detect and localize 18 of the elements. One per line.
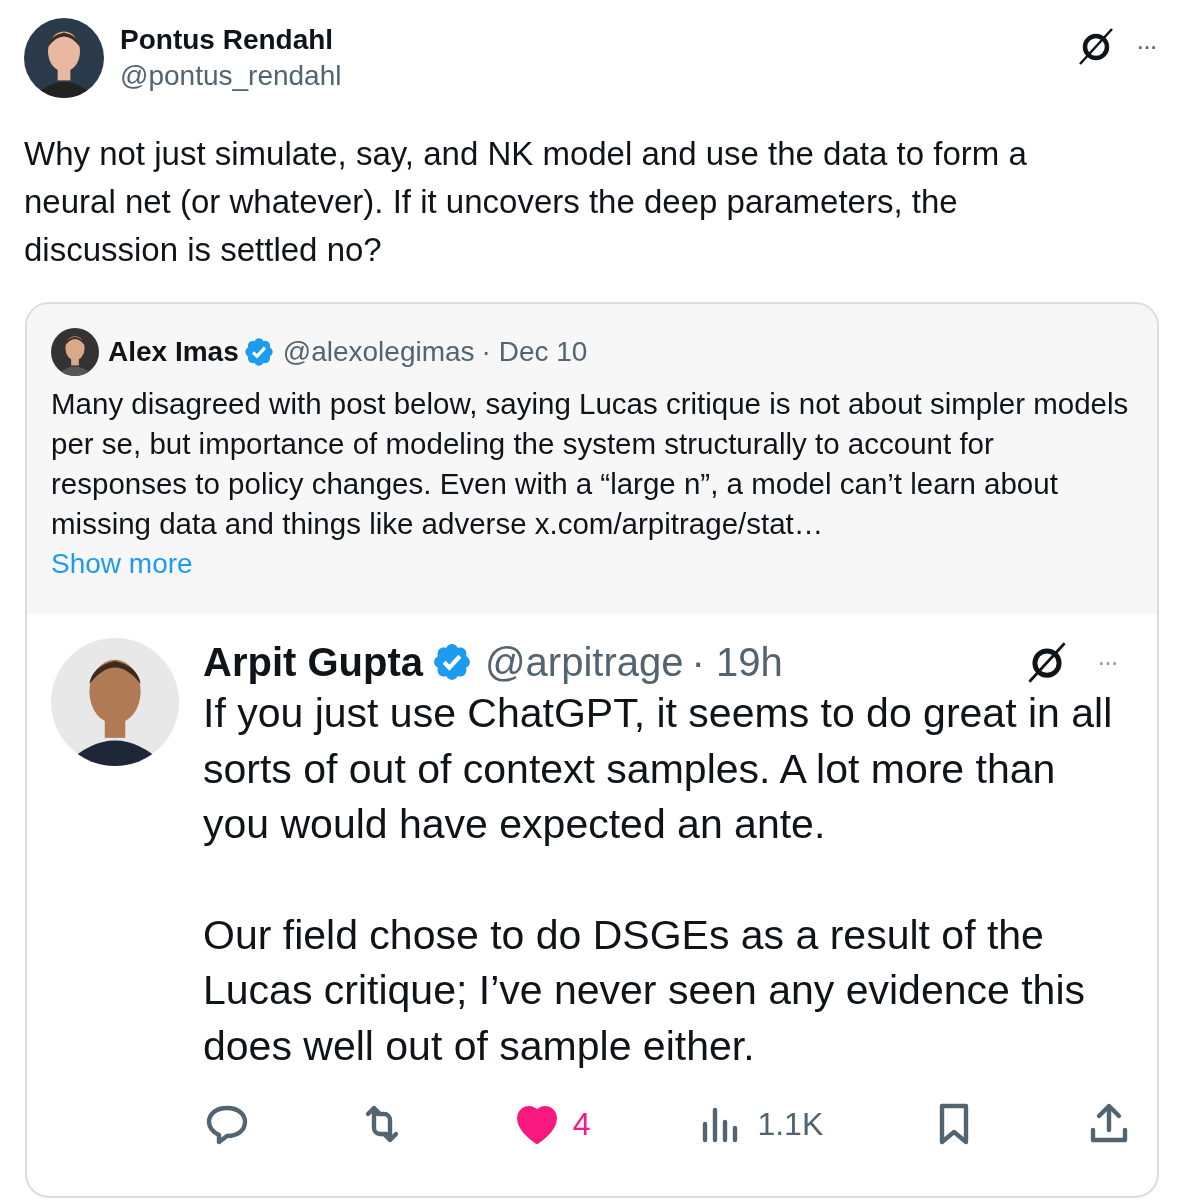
slashed-circle-icon[interactable] bbox=[1076, 26, 1116, 66]
quote-date: · Dec 10 bbox=[481, 335, 588, 369]
author-handle[interactable]: @pontus_rendahl bbox=[120, 58, 342, 94]
post-text: Why not just simulate, say, and NK model and use the data to form a neural net (or whatever). If it uncovers the deep parameters, the discussion is settled no? bbox=[24, 134, 1028, 270]
embedded-author-handle[interactable]: @arpitrage bbox=[485, 632, 684, 692]
avatar-icon[interactable] bbox=[51, 328, 99, 376]
action-count: 1.1K bbox=[757, 1105, 824, 1144]
embedded-text: If you just use ChatGPT, it seems to do great in all sorts of out of context samples. A lot more than you would have expected an ante. bbox=[203, 689, 1114, 849]
quote-author-handle[interactable]: @alexolegimas bbox=[282, 331, 475, 373]
action-count: 4 bbox=[572, 1105, 591, 1144]
embedded-time: · 19h bbox=[691, 639, 783, 686]
quote-card[interactable] bbox=[25, 302, 1159, 1198]
quote-author-name[interactable]: Alex Imas bbox=[108, 331, 239, 373]
author-name[interactable]: Pontus Rendahl bbox=[120, 22, 342, 58]
more-button[interactable]: ··· bbox=[1136, 33, 1156, 59]
embedded-author-name[interactable]: Arpit Gupta bbox=[203, 632, 423, 692]
quote-text: Many disagreed with post below, saying Lucas critique is not about simpler models per se, but importance of modeling the system structurally to account for responses to policy changes. Even with a “large n”, a model can’t learn about missing data and things like adverse x.com/arpitrage/stat… bbox=[51, 386, 1130, 542]
embedded-text: Our field chose to do DSGEs as a result of the Lucas critique; I’ve never seen any evidence this does well out of sample either. bbox=[203, 910, 1086, 1071]
